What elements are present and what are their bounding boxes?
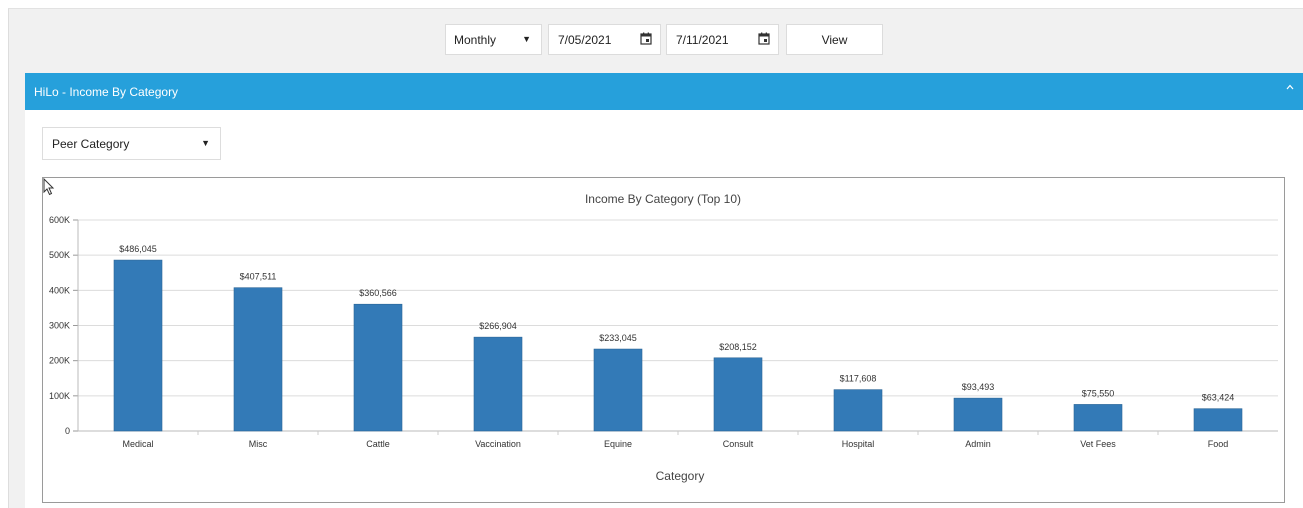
income-chart: Income By Category (Top 10) Category 0 10… [42, 177, 1285, 503]
x-tick-label: Food [1208, 439, 1229, 449]
bar[interactable] [833, 389, 883, 432]
date-from-field[interactable]: 7/05/2021 [548, 24, 661, 55]
bar[interactable] [953, 397, 1003, 432]
category-select-value: Peer Category [52, 136, 130, 151]
y-tick-label: 0 [65, 426, 70, 436]
income-panel: HiLo - Income By Category Peer Category … [25, 73, 1303, 508]
x-tick-label: Medical [122, 439, 153, 449]
data-label: $75,550 [1082, 388, 1115, 398]
y-tick-label: 500K [49, 250, 70, 260]
y-tick-label: 600K [49, 215, 70, 225]
y-tick-label: 400K [49, 285, 70, 295]
data-label: $208,152 [719, 342, 757, 352]
data-label: $117,608 [840, 374, 877, 384]
date-to-field[interactable]: 7/11/2021 [666, 24, 779, 55]
chevron-down-icon: ▼ [201, 138, 210, 148]
chart-title: Income By Category (Top 10) [585, 192, 741, 206]
x-tick-label: Cattle [366, 439, 390, 449]
y-tick-label: 100K [49, 391, 70, 401]
bar[interactable] [1073, 404, 1123, 432]
period-select[interactable]: Monthly ▼ [445, 24, 542, 55]
chevron-down-icon: ▼ [522, 34, 531, 44]
y-tick-label: 200K [49, 356, 70, 366]
x-tick-label: Misc [249, 439, 268, 449]
bar[interactable] [1193, 408, 1243, 432]
x-tick-label: Hospital [842, 439, 875, 449]
mouse-cursor-icon [43, 178, 55, 196]
bar[interactable] [593, 348, 643, 432]
chevron-up-icon[interactable] [1285, 82, 1295, 92]
calendar-icon[interactable] [640, 32, 652, 45]
date-to-value: 7/11/2021 [676, 32, 729, 47]
bar[interactable] [473, 336, 523, 432]
chart-canvas: Income By Category (Top 10) Category 0 10… [49, 192, 1278, 483]
x-tick-label: Consult [723, 439, 754, 449]
panel-header[interactable]: HiLo - Income By Category [25, 73, 1303, 110]
bar[interactable] [353, 303, 403, 432]
date-from-value: 7/05/2021 [558, 32, 612, 47]
data-label: $407,511 [240, 272, 277, 282]
x-tick-label: Equine [604, 439, 632, 449]
y-tick-label: 300K [49, 321, 70, 331]
x-axis-title: Category [656, 469, 705, 483]
bar[interactable] [113, 259, 163, 432]
x-tick-label: Admin [965, 439, 991, 449]
page-background: Monthly ▼ 7/05/2021 7/11/2021 View HiLo … [8, 8, 1303, 508]
bar[interactable] [713, 357, 763, 432]
x-tick-label: Vaccination [475, 439, 521, 449]
period-select-value: Monthly [454, 32, 497, 47]
data-label: $93,493 [962, 382, 995, 392]
view-button[interactable]: View [786, 24, 883, 55]
category-select[interactable]: Peer Category ▼ [42, 127, 221, 160]
calendar-icon[interactable] [758, 32, 770, 45]
x-tick-label: Vet Fees [1080, 439, 1116, 449]
data-label: $266,904 [479, 321, 517, 331]
data-label: $233,045 [599, 333, 637, 343]
data-label: $360,566 [359, 288, 397, 298]
data-label: $63,424 [1202, 393, 1235, 403]
data-label: $486,045 [119, 244, 157, 254]
bar[interactable] [233, 287, 283, 432]
panel-title: HiLo - Income By Category [34, 84, 179, 99]
toolbar: Monthly ▼ 7/05/2021 7/11/2021 View [9, 9, 1303, 73]
